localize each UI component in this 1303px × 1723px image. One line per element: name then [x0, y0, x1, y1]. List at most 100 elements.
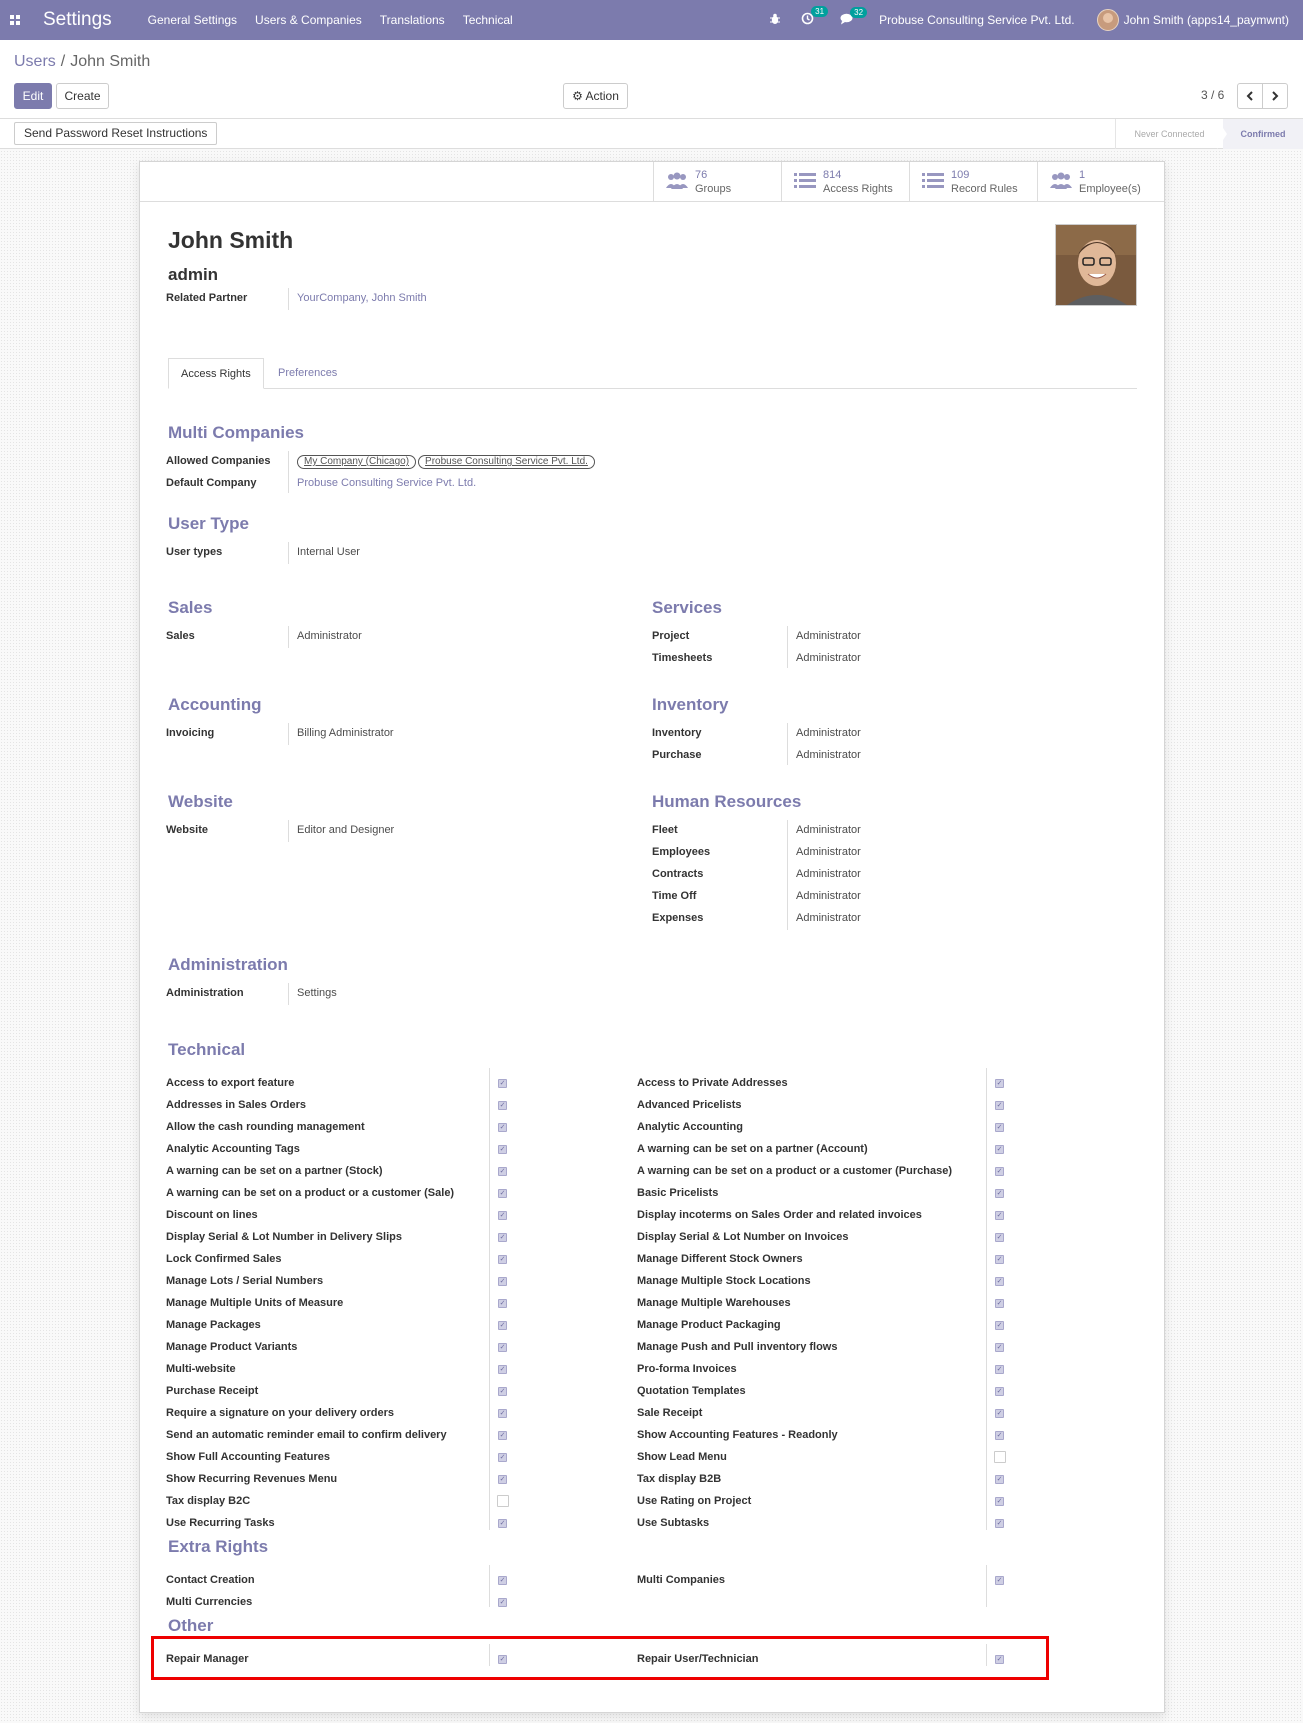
menu-users-companies[interactable]: Users & Companies [255, 13, 362, 27]
checkbox-a-warning-can-be-set-on-a-product-or-a-customer-sale[interactable]: ✓ [498, 1189, 507, 1198]
employees-select[interactable]: Administrator [796, 846, 861, 858]
checkbox-manage-packages[interactable]: ✓ [498, 1321, 507, 1330]
stat-button-record-rules[interactable]: 109 Record Rules [909, 162, 1037, 202]
allowed-companies-tags[interactable]: My Company (Chicago) Probuse Consulting S… [297, 453, 597, 469]
checkbox-addresses-in-sales-orders[interactable]: ✓ [498, 1101, 507, 1110]
user-types-select[interactable]: Internal User [297, 546, 360, 558]
time-off-select[interactable]: Administrator [796, 890, 861, 902]
checkbox-label-use-rating-on-project: Use Rating on Project [637, 1495, 752, 1507]
checkbox-sale-receipt[interactable]: ✓ [995, 1409, 1004, 1418]
checkbox-manage-multiple-units-of-measure[interactable]: ✓ [498, 1299, 507, 1308]
user-menu[interactable]: John Smith (apps14_paymwnt) [1096, 9, 1289, 31]
group-title-extra-rights: Extra Rights [168, 1537, 269, 1556]
invoicing-select[interactable]: Billing Administrator [297, 727, 394, 739]
checkbox-manage-multiple-stock-locations[interactable]: ✓ [995, 1277, 1004, 1286]
contracts-select[interactable]: Administrator [796, 868, 861, 880]
user-photo[interactable] [1055, 224, 1137, 306]
checkbox-use-rating-on-project[interactable]: ✓ [995, 1497, 1004, 1506]
debug-icon[interactable] [769, 13, 781, 28]
messages-icon[interactable]: 32 [840, 6, 868, 28]
checkbox-manage-push-and-pull-inventory-flows[interactable]: ✓ [995, 1343, 1004, 1352]
checkbox-multi-companies[interactable]: ✓ [995, 1576, 1004, 1585]
company-tag[interactable]: My Company (Chicago) [297, 455, 417, 469]
menu-technical[interactable]: Technical [463, 13, 513, 27]
allowed-companies-label: Allowed Companies [166, 455, 271, 467]
checkbox-show-accounting-features-readonly[interactable]: ✓ [995, 1431, 1004, 1440]
checkbox-basic-pricelists[interactable]: ✓ [995, 1189, 1004, 1198]
checkbox-analytic-accounting[interactable]: ✓ [995, 1123, 1004, 1132]
user-login[interactable]: admin [168, 265, 218, 285]
checkbox-manage-different-stock-owners[interactable]: ✓ [995, 1255, 1004, 1264]
checkbox-tax-display-b2c[interactable] [497, 1495, 509, 1507]
checkbox-show-full-accounting-features[interactable]: ✓ [498, 1453, 507, 1462]
app-title[interactable]: Settings [43, 9, 112, 31]
checkbox-multi-website[interactable]: ✓ [498, 1365, 507, 1374]
related-partner-link[interactable]: YourCompany, John Smith [297, 292, 427, 304]
checkbox-manage-multiple-warehouses[interactable]: ✓ [995, 1299, 1004, 1308]
checkbox-use-subtasks[interactable]: ✓ [995, 1519, 1004, 1528]
checkbox-display-serial-lot-number-on-invoices[interactable]: ✓ [995, 1233, 1004, 1242]
checkbox-analytic-accounting-tags[interactable]: ✓ [498, 1145, 507, 1154]
breadcrumb-users[interactable]: Users [14, 53, 56, 70]
stat-button-groups[interactable]: 76 Groups [653, 162, 781, 202]
stat-button-access-rights[interactable]: 814 Access Rights [781, 162, 909, 202]
create-button[interactable]: Create [56, 83, 109, 109]
checkbox-repair-manager[interactable]: ✓ [498, 1655, 507, 1664]
checkbox-advanced-pricelists[interactable]: ✓ [995, 1101, 1004, 1110]
expenses-select[interactable]: Administrator [796, 912, 861, 924]
default-company-link[interactable]: Probuse Consulting Service Pvt. Ltd. [297, 477, 476, 489]
pager-next-button[interactable] [1262, 83, 1288, 109]
checkbox-repair-user-technician[interactable]: ✓ [995, 1655, 1004, 1664]
checkbox-manage-product-variants[interactable]: ✓ [498, 1343, 507, 1352]
send-password-reset-button[interactable]: Send Password Reset Instructions [14, 122, 218, 145]
tab-preferences[interactable]: Preferences [266, 358, 349, 389]
stat-button-employees[interactable]: 1 Employee(s) [1037, 162, 1165, 202]
checkbox-tax-display-b2b[interactable]: ✓ [995, 1475, 1004, 1484]
checkbox-a-warning-can-be-set-on-a-product-or-a-customer-purchase[interactable]: ✓ [995, 1167, 1004, 1176]
checkbox-access-to-export-feature[interactable]: ✓ [498, 1079, 507, 1088]
checkbox-access-to-private-addresses[interactable]: ✓ [995, 1079, 1004, 1088]
website-select[interactable]: Editor and Designer [297, 824, 394, 836]
apps-menu-icon[interactable] [0, 0, 30, 40]
company-tag[interactable]: Probuse Consulting Service Pvt. Ltd. [418, 455, 595, 469]
checkbox-manage-lots-serial-numbers[interactable]: ✓ [498, 1277, 507, 1286]
checkbox-pro-forma-invoices[interactable]: ✓ [995, 1365, 1004, 1374]
fleet-select[interactable]: Administrator [796, 824, 861, 836]
checkbox-lock-confirmed-sales[interactable]: ✓ [498, 1255, 507, 1264]
checkbox-contact-creation[interactable]: ✓ [498, 1576, 507, 1585]
checkbox-quotation-templates[interactable]: ✓ [995, 1387, 1004, 1396]
checkbox-manage-product-packaging[interactable]: ✓ [995, 1321, 1004, 1330]
pager-previous-button[interactable] [1237, 83, 1263, 109]
inventory-select[interactable]: Administrator [796, 727, 861, 739]
checkbox-use-recurring-tasks[interactable]: ✓ [498, 1519, 507, 1528]
checkbox-display-incoterms-on-sales-order-and-related-invoices[interactable]: ✓ [995, 1211, 1004, 1220]
action-button[interactable]: ⚙ Action [563, 83, 628, 109]
checkbox-label-access-to-export-feature: Access to export feature [166, 1077, 295, 1089]
user-name[interactable]: John Smith [168, 227, 293, 254]
checkbox-a-warning-can-be-set-on-a-partner-account[interactable]: ✓ [995, 1145, 1004, 1154]
activity-icon[interactable]: 31 [801, 6, 829, 28]
edit-button[interactable]: Edit [14, 83, 52, 109]
checkbox-multi-currencies[interactable]: ✓ [498, 1598, 507, 1607]
checkbox-discount-on-lines[interactable]: ✓ [498, 1211, 507, 1220]
checkbox-require-a-signature-on-your-delivery-orders[interactable]: ✓ [498, 1409, 507, 1418]
checkbox-show-recurring-revenues-menu[interactable]: ✓ [498, 1475, 507, 1484]
menu-general-settings[interactable]: General Settings [148, 13, 237, 27]
menu-translations[interactable]: Translations [380, 13, 445, 27]
checkbox-display-serial-lot-number-in-delivery-slips[interactable]: ✓ [498, 1233, 507, 1242]
purchase-select[interactable]: Administrator [796, 749, 861, 761]
status-never-connected: Never Connected [1115, 119, 1223, 149]
project-select[interactable]: Administrator [796, 630, 861, 642]
pager-value[interactable]: 3 / 6 [1201, 88, 1224, 102]
checkbox-a-warning-can-be-set-on-a-partner-stock[interactable]: ✓ [498, 1167, 507, 1176]
checkbox-show-lead-menu[interactable] [994, 1451, 1006, 1463]
administration-select[interactable]: Settings [297, 987, 337, 999]
timesheets-select[interactable]: Administrator [796, 652, 861, 664]
checkbox-purchase-receipt[interactable]: ✓ [498, 1387, 507, 1396]
company-switcher[interactable]: Probuse Consulting Service Pvt. Ltd. [879, 13, 1074, 27]
checkbox-allow-the-cash-rounding-management[interactable]: ✓ [498, 1123, 507, 1132]
sales-select[interactable]: Administrator [297, 630, 362, 642]
tab-access-rights[interactable]: Access Rights [168, 358, 264, 389]
stat-employees-value: 1 [1079, 169, 1086, 181]
checkbox-send-an-automatic-reminder-email-to-confirm-delivery[interactable]: ✓ [498, 1431, 507, 1440]
